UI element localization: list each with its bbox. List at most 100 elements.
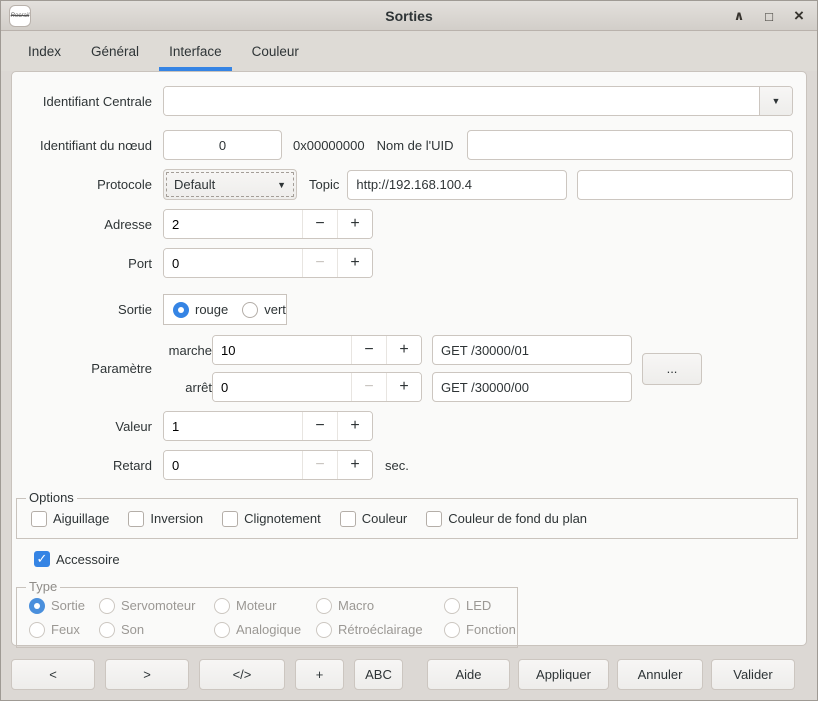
tab-general[interactable]: Général [81,31,149,71]
radio-icon [316,598,332,614]
minus-icon[interactable]: − [302,451,337,479]
checkbox-couleur-fond-plan[interactable]: Couleur de fond du plan [426,511,587,527]
checkbox-couleur[interactable]: Couleur [340,511,408,527]
plus-icon[interactable]: + [337,210,372,238]
minus-icon[interactable]: − [351,373,386,401]
browse-button[interactable]: ... [642,353,702,385]
ok-button[interactable]: Valider [711,659,795,690]
plus-icon[interactable]: + [386,373,421,401]
radio-type-analogique[interactable]: Analogique [214,622,316,638]
adresse-input[interactable] [164,210,302,238]
checkbox-label: Couleur [362,511,408,526]
radio-icon [29,622,45,638]
valeur-label: Valeur [12,419,163,434]
radio-type-servomoteur[interactable]: Servomoteur [99,598,214,614]
minus-icon[interactable]: − [302,412,337,440]
nom-uid-input[interactable] [467,130,793,160]
adresse-label: Adresse [12,217,163,232]
checkbox-clignotement[interactable]: Clignotement [222,511,321,527]
adresse-spinner: − + [163,209,373,239]
plus-icon[interactable]: + [386,336,421,364]
radio-type-moteur[interactable]: Moteur [214,598,316,614]
topic-extra-input[interactable] [577,170,793,200]
radio-label: Sortie [51,598,85,613]
radio-type-feux[interactable]: Feux [29,622,99,638]
retard-unit-label: sec. [385,458,409,473]
protocole-dropdown[interactable]: Default ▼ [163,169,297,200]
checkbox-inversion[interactable]: Inversion [128,511,203,527]
plus-icon[interactable]: + [337,412,372,440]
xml-button[interactable]: </> [199,659,285,690]
chevron-down-icon: ▼ [772,96,781,106]
parametre-label: Paramètre [12,361,163,376]
marche-label: marche [163,343,212,358]
add-button[interactable]: + [295,659,344,690]
retard-spinner: − + [163,450,373,480]
minus-icon[interactable]: − [302,249,337,277]
identifiant-centrale-dropdown-button[interactable]: ▼ [759,87,792,115]
radio-label: LED [466,598,491,613]
checkbox-label: Inversion [150,511,203,526]
radio-type-fonction[interactable]: Fonction [444,622,517,638]
tab-index[interactable]: Index [18,31,71,71]
radio-type-retroeclairage[interactable]: Rétroéclairage [316,622,444,638]
radio-vert-label: vert [264,302,286,317]
arret-input[interactable] [213,373,351,401]
radio-vert[interactable]: vert [242,302,286,318]
marche-input[interactable] [213,336,351,364]
radio-icon [316,622,332,638]
radio-icon [214,598,230,614]
plus-icon[interactable]: + [337,249,372,277]
topic-label: Topic [309,177,339,192]
minus-icon[interactable]: − [302,210,337,238]
radio-type-led[interactable]: LED [444,598,517,614]
abc-button[interactable]: ABC [354,659,403,690]
port-input[interactable] [164,249,302,277]
tab-couleur[interactable]: Couleur [242,31,309,71]
radio-type-sortie[interactable]: Sortie [29,598,99,614]
plus-icon[interactable]: + [337,451,372,479]
radio-icon [99,598,115,614]
marche-command-input[interactable] [432,335,632,365]
radio-type-macro[interactable]: Macro [316,598,444,614]
checkbox-icon [222,511,238,527]
options-group-legend: Options [26,490,77,505]
apply-button[interactable]: Appliquer [518,659,609,690]
radio-type-son[interactable]: Son [99,622,214,638]
type-group: Type Sortie Servomoteur Moteur Macro LED [16,587,518,648]
topic-input[interactable] [347,170,567,200]
minimize-icon[interactable]: ∧ [731,8,747,24]
radio-icon [214,622,230,638]
valeur-input[interactable] [164,412,302,440]
identifiant-centrale-input[interactable] [164,87,759,115]
valeur-spinner: − + [163,411,373,441]
retard-input[interactable] [164,451,302,479]
radio-icon [242,302,258,318]
help-button[interactable]: Aide [427,659,510,690]
cancel-button[interactable]: Annuler [617,659,703,690]
radio-icon [29,598,45,614]
checkbox-checked-icon: ✓ [34,551,50,567]
minus-icon[interactable]: − [351,336,386,364]
identifiant-centrale-label: Identifiant Centrale [12,94,163,109]
identifiant-noeud-input[interactable] [163,130,282,160]
dialog-window: Rocrail Sorties ∧ □ × Index Général Inte… [0,0,818,701]
close-icon[interactable]: × [791,8,807,24]
maximize-icon[interactable]: □ [761,8,777,24]
checkbox-icon [426,511,442,527]
next-button[interactable]: > [105,659,189,690]
sortie-label: Sortie [12,302,163,317]
footer-button-bar: < > </> + ABC Aide Appliquer Annuler Val… [11,659,795,690]
titlebar[interactable]: Rocrail Sorties ∧ □ × [1,1,817,31]
radio-label: Rétroéclairage [338,622,423,637]
tab-interface[interactable]: Interface [159,31,232,71]
checkbox-icon [31,511,47,527]
options-group: Options Aiguillage Inversion Clignotemen… [16,498,798,539]
previous-button[interactable]: < [11,659,95,690]
checkbox-accessoire[interactable]: ✓ Accessoire [34,551,120,567]
arret-command-input[interactable] [432,372,632,402]
radio-rouge[interactable]: rouge [173,302,228,318]
checkbox-icon [128,511,144,527]
checkbox-aiguillage[interactable]: Aiguillage [31,511,109,527]
radio-label: Servomoteur [121,598,195,613]
